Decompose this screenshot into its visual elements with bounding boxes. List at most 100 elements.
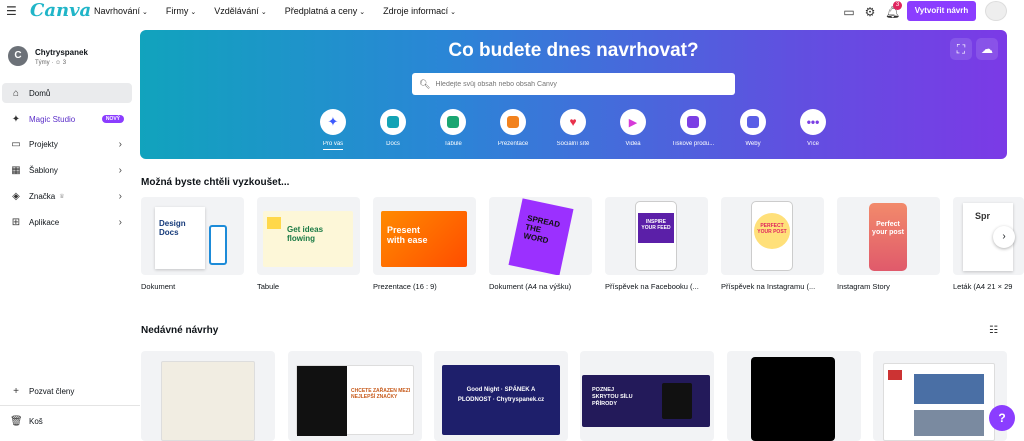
sidebar-item-home[interactable]: ⌂ Domů	[2, 83, 132, 103]
nav-label: Navrhování	[94, 6, 141, 16]
chevron-down-icon: ⌄	[190, 9, 197, 16]
more-icon: •••	[806, 115, 820, 129]
menu-icon[interactable]: ☰	[6, 5, 18, 17]
product-grid	[914, 410, 984, 436]
template-label: Instagram Story	[837, 282, 890, 291]
template-card[interactable]: Design Docs Dokument	[141, 197, 244, 291]
create-design-button[interactable]: Vytvořit návrh	[907, 1, 976, 21]
design-thumbnail: CHCETE ZAŘAZEN MEZI NEJLEPŠÍ ZNAČKY	[296, 365, 414, 436]
templates-icon: ▦	[11, 164, 21, 176]
thumb-text: INSPIRE YOUR FEED	[641, 219, 671, 231]
product-grid	[914, 374, 984, 404]
template-card[interactable]: Present with ease Prezentace (16 : 9)	[373, 197, 476, 291]
chevron-right-icon: ›	[118, 164, 122, 176]
doc-page	[155, 207, 205, 269]
template-label: Dokument (A4 na výšku)	[489, 282, 572, 291]
thumb-text: Perfect your post	[872, 221, 904, 236]
docs-icon	[387, 116, 399, 128]
nav-label: Firmy	[165, 6, 189, 16]
recent-design-card[interactable]	[141, 351, 275, 441]
category-docs[interactable]: Docs	[363, 109, 423, 147]
sidebar-item-magic-studio[interactable]: ✦ Magic Studio NOVÝ	[2, 109, 132, 129]
category-videa[interactable]: ▶ Videa	[603, 109, 663, 147]
recent-design-card[interactable]	[873, 351, 1007, 441]
category-circle: ▶	[620, 109, 646, 135]
brand-icon: ◈	[12, 190, 20, 202]
recent-design-card[interactable]: Good Night · SPÁNEK A PLODNOST · Chytrys…	[434, 351, 568, 441]
template-card[interactable]: PERFECT YOUR POST Příspěvek na Instagram…	[721, 197, 824, 291]
recent-design-card[interactable]: POZNEJ SKRYTOU SÍLU PŘÍRODY	[580, 351, 714, 441]
chevron-right-icon: ›	[118, 190, 122, 202]
suggest-title: Možná byste chtěli vyzkoušet...	[141, 177, 290, 188]
chevron-right-icon[interactable]: ›	[993, 226, 1015, 248]
canva-logo[interactable]: Canva	[30, 0, 91, 22]
design-thumbnail	[883, 363, 995, 441]
sidebar-item-templates[interactable]: ▦ Šablony ›	[2, 160, 132, 180]
template-card[interactable]: INSPIRE YOUR FEED Příspěvek na Facebooku…	[605, 197, 708, 291]
category-prezentace[interactable]: Prezentace	[483, 109, 543, 147]
category-weby[interactable]: Weby	[723, 109, 783, 147]
recent-title: Nedávné návrhy	[141, 325, 219, 336]
account-team: Týmy · ☺ 3	[35, 60, 67, 66]
nav-zdroje[interactable]: Zdroje informací ⌄	[383, 6, 456, 16]
category-circle: ✦	[320, 109, 346, 135]
invite-members[interactable]: + Pozvat členy	[2, 381, 132, 401]
nav-vzdelavani[interactable]: Vzdělávání ⌄	[214, 6, 266, 16]
template-card[interactable]: Perfect your post Instagram Story	[837, 197, 940, 291]
chevron-right-icon: ›	[118, 216, 122, 228]
search-input[interactable]	[435, 80, 716, 88]
recent-design-card[interactable]: CHCETE ZAŘAZEN MEZI NEJLEPŠÍ ZNAČKY	[288, 351, 422, 441]
category-circle: ♥	[560, 109, 586, 135]
template-label: Tabule	[257, 282, 280, 291]
search-bar[interactable]: 🔍︎	[412, 73, 735, 95]
user-avatar[interactable]	[985, 1, 1007, 21]
new-badge: NOVÝ	[101, 115, 124, 123]
chevron-down-icon: ⌄	[450, 9, 457, 16]
sidebar-item-label: Aplikace	[29, 217, 60, 227]
account-name[interactable]: Chytryspanek	[35, 48, 88, 57]
logo-mark	[888, 370, 902, 380]
monitor-icon[interactable]: ▭	[842, 5, 856, 19]
gear-icon[interactable]: ⚙	[863, 5, 877, 19]
nav-firmy[interactable]: Firmy ⌄	[166, 6, 196, 16]
thumb-text: PERFECT YOUR POST	[757, 223, 787, 235]
template-card[interactable]: Spr Leták (A4 21 × 29	[953, 197, 1024, 291]
main-nav: Navrhování ⌄ Firmy ⌄ Vzdělávání ⌄ Předplatn…	[94, 6, 456, 16]
custom-size-icon[interactable]: ⛶	[950, 38, 972, 60]
recent-design-card[interactable]	[727, 351, 861, 441]
nav-navrhovani[interactable]: Navrhování ⌄	[94, 6, 148, 16]
sidebar-item-trash[interactable]: 🗑︎ Koš	[2, 411, 132, 431]
template-label: Prezentace (16 : 9)	[373, 282, 437, 291]
category-label: Prezentace	[497, 141, 529, 147]
category-pro-vas[interactable]: ✦ Pro vás	[303, 109, 363, 155]
sidebar-item-label: Domů	[29, 88, 51, 98]
category-vice[interactable]: ••• Více	[783, 109, 843, 147]
category-label: Tabule	[444, 141, 462, 147]
list-view-icon[interactable]: ☷	[989, 325, 998, 336]
template-card[interactable]: Get ideas flowing Tabule	[257, 197, 360, 291]
upload-cloud-icon[interactable]: ☁	[976, 38, 998, 60]
sidebar-item-label: Koš	[29, 416, 43, 426]
divider	[0, 405, 140, 406]
apps-icon: ⊞	[11, 216, 21, 228]
folder-icon: ▭	[11, 138, 21, 150]
sidebar-item-brand[interactable]: ◈ Značka ♛ ›	[2, 186, 132, 206]
heart-icon: ♥	[569, 115, 577, 129]
presentation-icon	[507, 116, 519, 128]
category-socialni-site[interactable]: ♥ Sociální sítě	[543, 109, 603, 147]
category-label: Pro vás	[322, 141, 344, 150]
sticky-note	[267, 217, 281, 229]
design-thumbnail	[751, 357, 835, 441]
hero-title: Co budete dnes navrhovat?	[448, 40, 699, 61]
nav-predplatna[interactable]: Předplatná a ceny ⌄	[285, 6, 365, 16]
help-button[interactable]: ?	[989, 405, 1015, 431]
category-tiskove[interactable]: Tiskové produ...	[663, 109, 723, 147]
web-icon	[747, 116, 759, 128]
category-circle	[380, 109, 406, 135]
account-avatar[interactable]: C	[8, 46, 28, 66]
template-card[interactable]: SPREAD THE WORD Dokument (A4 na výšku)	[489, 197, 592, 291]
category-tabule[interactable]: Tabule	[423, 109, 483, 147]
sidebar-item-projects[interactable]: ▭ Projekty ›	[2, 134, 132, 154]
sidebar-item-apps[interactable]: ⊞ Aplikace ›	[2, 212, 132, 232]
sparkle-icon: ✦	[327, 114, 339, 129]
